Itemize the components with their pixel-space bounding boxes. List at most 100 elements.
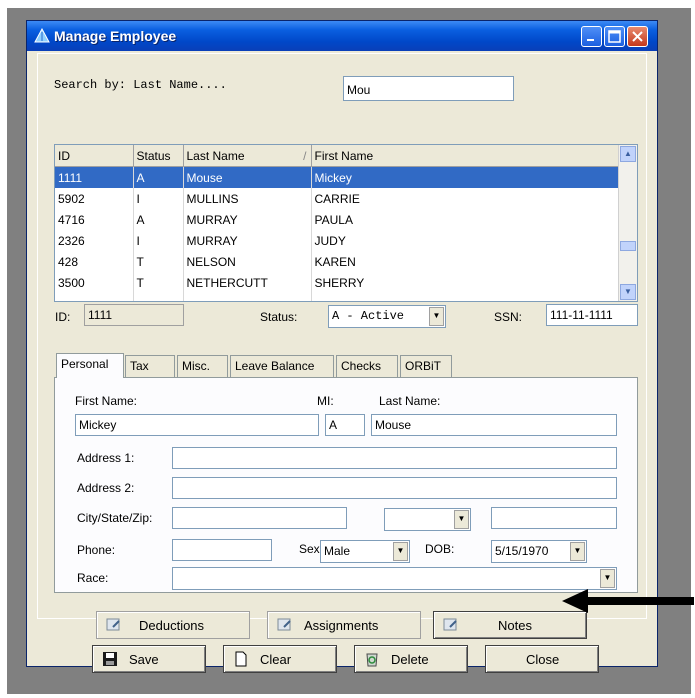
last-name-field[interactable]: Mouse xyxy=(371,414,617,436)
first-name-field[interactable]: Mickey xyxy=(75,414,319,436)
tab-leave-balance[interactable]: Leave Balance xyxy=(230,355,334,377)
city-state-zip-label: City/State/Zip: xyxy=(77,511,153,525)
delete-label: Delete xyxy=(391,652,429,667)
id-label: ID: xyxy=(55,310,71,324)
phone-label: Phone: xyxy=(77,543,116,557)
cell-first-name: CARRIE xyxy=(311,188,621,209)
search-label: Search by: Last Name.... xyxy=(54,78,227,92)
cell-last-name: Mouse xyxy=(183,166,312,188)
save-disk-icon xyxy=(103,652,117,666)
table-row[interactable]: 5902 I MULLINS CARRIE xyxy=(55,188,621,209)
cell-status: A xyxy=(133,166,184,188)
tab-personal[interactable]: Personal xyxy=(56,353,124,378)
assignments-button[interactable]: Assignments xyxy=(267,611,421,639)
cell-first-name: SHERRY xyxy=(311,272,621,293)
cell-first-name: JUDY xyxy=(311,230,621,251)
cell-first-name: PAULA xyxy=(311,209,621,230)
recycle-bin-icon xyxy=(366,653,378,667)
tab-tax[interactable]: Tax xyxy=(125,355,175,377)
column-header-last-name[interactable]: Last Name / xyxy=(183,145,312,167)
table-row[interactable]: 4716 A MURRAY PAULA xyxy=(55,209,621,230)
deductions-button[interactable]: Deductions xyxy=(96,611,250,639)
employee-grid[interactable]: ID Status Last Name / First Name 1111 A M… xyxy=(54,144,638,302)
dropdown-arrow-icon: ▼ xyxy=(393,542,408,561)
tab-checks[interactable]: Checks xyxy=(336,355,398,377)
window-title: Manage Employee xyxy=(54,28,177,44)
cell-id: 3500 xyxy=(55,272,134,293)
address1-field[interactable] xyxy=(172,447,617,469)
state-select[interactable]: ▼ xyxy=(384,508,471,531)
delete-button[interactable]: Delete xyxy=(354,645,468,673)
zip-field[interactable] xyxy=(491,507,617,529)
minimize-icon xyxy=(587,39,594,41)
cell-id: 4716 xyxy=(55,209,134,230)
save-button[interactable]: Save xyxy=(92,645,206,673)
sex-select[interactable]: Male ▼ xyxy=(320,540,410,563)
column-header-last-name-label: Last Name xyxy=(186,148,245,163)
assignments-label: Assignments xyxy=(304,618,379,633)
title-bar[interactable]: Manage Employee xyxy=(27,21,657,51)
personal-tab-panel: First Name: MI: Last Name: Mickey A Mous… xyxy=(54,377,638,593)
status-value: A - Active xyxy=(332,309,405,323)
scroll-down-icon: ▼ xyxy=(624,287,632,296)
scroll-up-icon: ▲ xyxy=(624,149,632,158)
tab-orbit[interactable]: ORBiT xyxy=(400,355,452,377)
dob-picker[interactable]: 5/15/1970 ▼ xyxy=(491,540,587,563)
dropdown-arrow-icon: ▼ xyxy=(600,569,615,588)
status-select[interactable]: A - Active ▼ xyxy=(328,305,446,328)
dropdown-arrow-icon: ▼ xyxy=(429,307,444,326)
column-header-status[interactable]: Status xyxy=(133,145,184,167)
cell-last-name: NELSON xyxy=(183,251,312,272)
cell-id: 428 xyxy=(55,251,134,272)
table-row-partial xyxy=(55,293,621,301)
close-window-button[interactable] xyxy=(627,26,648,47)
phone-field[interactable] xyxy=(172,539,272,561)
cell-id: 5902 xyxy=(55,188,134,209)
vertical-scrollbar[interactable]: ▲ ▼ xyxy=(618,145,637,301)
close-label: Close xyxy=(526,652,560,667)
city-field[interactable] xyxy=(172,507,347,529)
cell-status: T xyxy=(133,251,184,272)
manage-employee-window: Manage Employee Search by: Last Name....… xyxy=(26,20,658,673)
dropdown-arrow-icon: ▼ xyxy=(570,542,585,561)
clear-button[interactable]: Clear xyxy=(223,645,337,673)
table-row[interactable]: 428 T NELSON KAREN xyxy=(55,251,621,272)
cell-status: I xyxy=(133,230,184,251)
search-input[interactable]: Mou xyxy=(343,76,514,101)
notes-button[interactable]: Notes xyxy=(433,611,587,639)
cell-last-name: NETHERCUTT xyxy=(183,272,312,293)
address2-label: Address 2: xyxy=(77,481,135,495)
id-field: 1111 xyxy=(84,304,184,326)
tab-misc[interactable]: Misc. xyxy=(177,355,228,377)
scroll-down-button[interactable]: ▼ xyxy=(620,284,636,300)
race-select[interactable]: ▼ xyxy=(172,567,617,590)
column-header-first-name[interactable]: First Name xyxy=(311,145,621,167)
cell-status: T xyxy=(133,272,184,293)
pointer-arrow-icon xyxy=(562,589,694,613)
cell-id: 1111 xyxy=(55,166,134,188)
edit-doc-icon xyxy=(277,618,291,631)
address2-field[interactable] xyxy=(172,477,617,499)
close-icon xyxy=(632,31,643,42)
ssn-label: SSN: xyxy=(494,310,523,324)
scroll-up-button[interactable]: ▲ xyxy=(620,146,636,162)
column-header-id[interactable]: ID xyxy=(55,145,134,167)
minimize-button[interactable] xyxy=(581,26,602,47)
dob-label: DOB: xyxy=(425,542,455,556)
sex-value: Male xyxy=(324,544,351,558)
table-row[interactable]: 1111 A Mouse Mickey xyxy=(55,166,621,188)
mi-field[interactable]: A xyxy=(325,414,365,436)
address1-label: Address 1: xyxy=(77,451,135,465)
table-row[interactable]: 2326 I MURRAY JUDY xyxy=(55,230,621,251)
last-name-label: Last Name: xyxy=(379,394,441,408)
edit-doc-icon xyxy=(106,618,120,631)
deductions-label: Deductions xyxy=(139,618,205,633)
table-row[interactable]: 3500 T NETHERCUTT SHERRY xyxy=(55,272,621,293)
close-button[interactable]: Close xyxy=(485,645,599,673)
scroll-thumb[interactable] xyxy=(620,241,636,251)
mi-label: MI: xyxy=(317,394,334,408)
app-icon xyxy=(34,28,50,43)
cell-last-name: MURRAY xyxy=(183,230,312,251)
maximize-button[interactable] xyxy=(604,26,625,47)
ssn-field[interactable]: 111-11-1111 xyxy=(546,304,638,326)
